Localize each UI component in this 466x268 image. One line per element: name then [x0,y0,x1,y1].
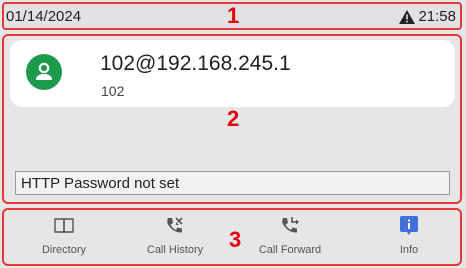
softkey-directory-label: Directory [41,244,86,256]
account-address: 102@192.168.245.1 [100,52,291,75]
region-number-1: 1 [227,3,240,28]
account-extension: 102 [101,83,125,99]
warning-triangle-icon [399,9,416,24]
softkey-directory[interactable]: Directory [14,214,114,262]
http-password-notice: HTTP Password not set [15,171,450,195]
info-icon [400,216,418,235]
avatar [26,54,62,90]
status-date: 01/14/2024 [6,8,82,25]
softkey-info-label: Info [399,244,419,256]
softkey-call-forward-label: Call Forward [258,244,322,256]
status-right: 21:58 [399,8,456,25]
region-number-3: 3 [229,227,242,252]
call-history-icon [167,217,183,233]
softkey-call-history[interactable]: Call History [125,214,225,262]
softkey-call-history-label: Call History [146,244,204,256]
call-forward-icon [282,217,299,233]
softkey-call-forward[interactable]: Call Forward [240,214,340,262]
user-icon [36,62,52,80]
softkey-info[interactable]: Info [359,214,459,262]
status-time: 21:58 [418,8,456,25]
region-number-2: 2 [227,106,240,131]
book-icon [54,218,74,234]
account-card[interactable]: 102@192.168.245.1 102 [10,40,455,107]
